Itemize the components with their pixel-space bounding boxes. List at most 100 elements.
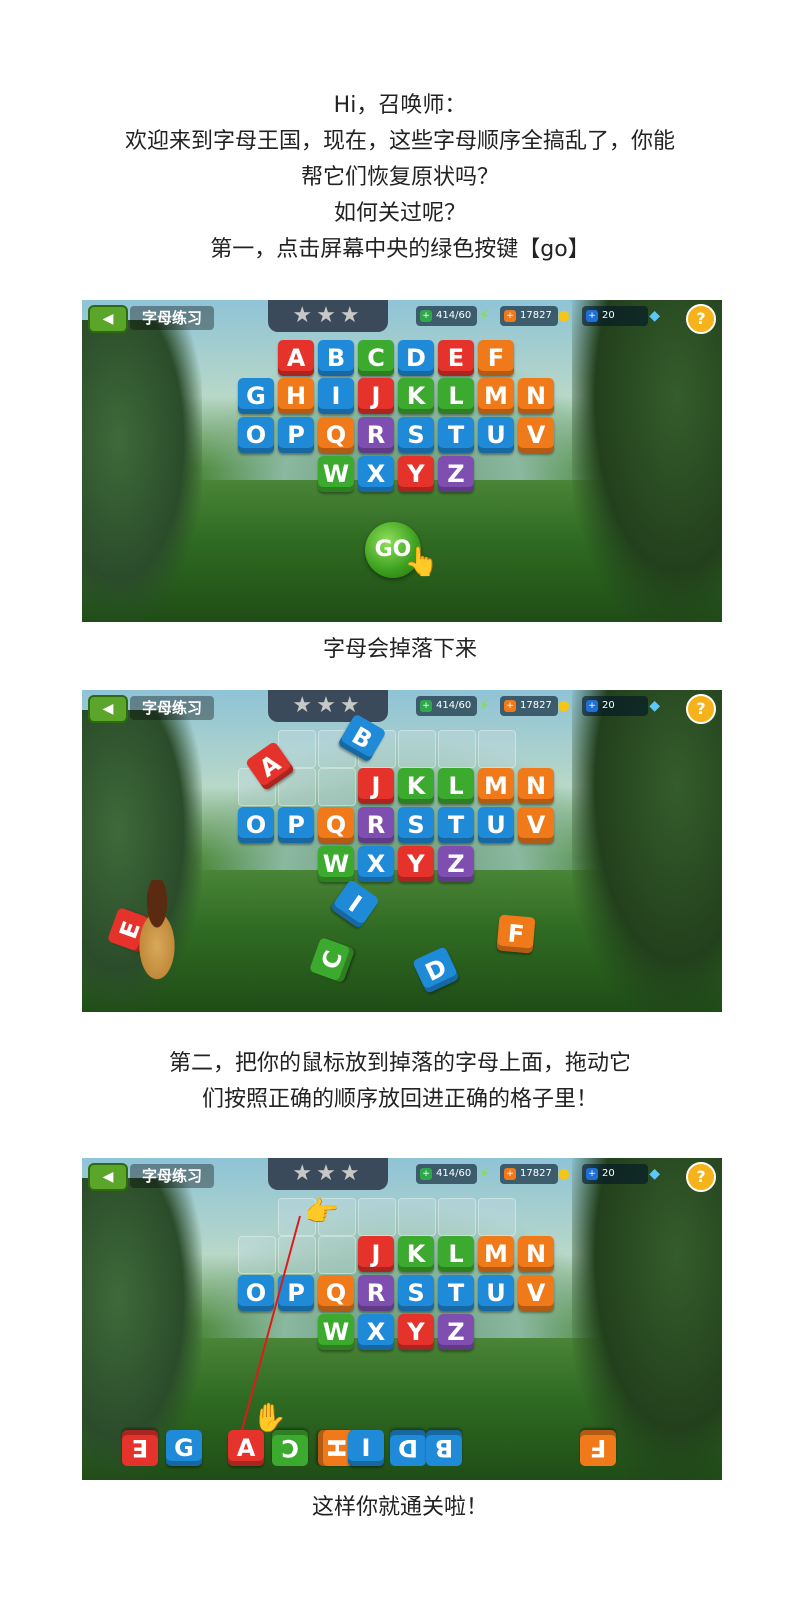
game-screenshot-falling: ◀ 字母练习 ★★★ +414/60 ⚡ +17827 ● +20 ◆? JKLMN OPQRST… [82,690,722,1012]
plus-icon[interactable]: + [420,310,432,322]
step2-text: 第二，把你的鼠标放到掉落的字母上面，拖动它 们按照正确的顺序放回进正确的格子里！ [0,1046,800,1118]
background-tree-left [82,320,202,620]
coin-icon: ● [557,698,570,714]
plus-icon[interactable]: + [586,700,598,712]
letter-tile[interactable]: K [398,768,434,804]
letter-tile[interactable]: B [318,340,354,376]
gem-value: 20 [602,310,615,321]
letter-tile[interactable]: F [478,340,514,376]
plus-icon[interactable]: + [504,310,516,322]
letter-tile[interactable]: Z [438,456,474,492]
empty-letter-slot [318,768,356,806]
energy-counter: +414/60 ⚡ [416,306,489,326]
letter-tile[interactable]: M [478,768,514,804]
letter-tile[interactable]: V [518,807,554,843]
drag-path-line [241,1215,301,1431]
energy-value: 414/60 [436,310,472,321]
plus-icon[interactable]: + [420,700,432,712]
energy-counter: +414/60 ⚡ [416,696,489,716]
intro-line-5: 第一，点击屏幕中央的绿色按键【go】 [210,237,590,262]
letter-tile[interactable]: P [278,417,314,453]
letter-tile[interactable]: P [278,807,314,843]
back-button[interactable]: ◀ [88,695,128,723]
letter-tile[interactable]: W [318,846,354,882]
letter-tile[interactable]: R [358,417,394,453]
letter-tile[interactable]: I [329,878,381,930]
running-boy-character [122,880,192,990]
letter-tile[interactable]: K [398,378,434,414]
letter-tile[interactable]: U [478,807,514,843]
game-topbar: ◀ 字母练习 ★★★ +414/60 ⚡ +17827 ● +20 ◆? [82,690,722,724]
help-button[interactable]: ? [686,304,716,334]
caption-letters-fall: 字母会掉落下来 [322,637,477,662]
gem-value: 20 [602,700,615,711]
letter-tile[interactable]: M [478,378,514,414]
game-title: 字母练习 [130,696,215,720]
letter-tile[interactable]: A [278,340,314,376]
coin-value: 17827 [520,700,552,711]
background-tree-right [572,690,722,1012]
letter-tile[interactable]: Q [318,807,354,843]
caption-level-complete: 这样你就通关啦！ [311,1495,488,1520]
letter-tile[interactable]: C [358,340,394,376]
grab-hand-icon: ✋ [252,1401,287,1434]
letter-tile[interactable]: Y [398,456,434,492]
game-screenshot-start: ◀ 字母练习 ★★★ +414/60 ⚡ +17827 ● +20 ◆? ABCDEF GHIJK… [82,300,722,622]
step2-line-1: 第二，把你的鼠标放到掉落的字母上面，拖动它 [168,1051,631,1076]
letter-tile[interactable]: F [496,914,536,954]
back-button[interactable]: ◀ [88,305,128,333]
coin-counter: +17827 ● [500,306,570,326]
letter-tile[interactable]: T [438,807,474,843]
letter-tile[interactable]: N [518,768,554,804]
energy-value: 414/60 [436,700,472,711]
game-screenshot-dragging: ◀ 字母练习 ★★★ +414/60 ⚡ +17827 ● +20 ◆? JKLMNOPQRST… [82,1158,722,1480]
empty-letter-slot [478,730,516,768]
coin-counter: +17827 ● [500,696,570,716]
intro-line-2: 欢迎来到字母王国，现在，这些字母顺序全搞乱了，你能 [124,129,675,154]
game-title: 字母练习 [130,306,215,330]
plus-icon[interactable]: + [504,700,516,712]
letter-tile[interactable]: X [358,846,394,882]
letter-tile[interactable]: J [358,768,394,804]
letter-tile[interactable]: D [398,340,434,376]
letter-tile[interactable]: L [438,378,474,414]
letter-tile[interactable]: D [412,946,460,994]
plus-icon[interactable]: + [586,310,598,322]
coin-icon: ● [557,308,570,324]
letter-tile[interactable]: S [398,417,434,453]
letter-tile[interactable]: G [238,378,274,414]
letter-tile[interactable]: S [398,807,434,843]
letter-tile[interactable]: C [308,936,356,984]
letter-tile[interactable]: R [358,807,394,843]
letter-tile[interactable]: O [238,417,274,453]
letter-tile[interactable]: L [438,768,474,804]
diamond-icon: ◆ [649,308,660,324]
letter-tile[interactable]: X [358,456,394,492]
letter-tile[interactable]: U [478,417,514,453]
letter-tile[interactable]: Q [318,417,354,453]
empty-letter-slot [438,730,476,768]
letter-tile[interactable]: H [278,378,314,414]
diamond-icon: ◆ [649,698,660,714]
coin-value: 17827 [520,310,552,321]
background-tree-right [572,300,722,622]
letter-tile[interactable]: V [518,417,554,453]
drag-hand-icon: 👉 [304,1195,339,1228]
letter-tile[interactable]: Z [438,846,474,882]
gem-counter: +20 ◆ [582,696,660,716]
letter-tile[interactable]: T [438,417,474,453]
empty-letter-slot [398,730,436,768]
star-rating: ★★★ [268,300,388,332]
help-button[interactable]: ? [686,694,716,724]
intro-line-4: 如何关过呢？ [333,201,466,226]
letter-tile[interactable]: W [318,456,354,492]
letter-tile[interactable]: E [438,340,474,376]
intro-line-1: Hi，召唤师： [333,93,467,118]
letter-tile[interactable]: Y [398,846,434,882]
letter-tile[interactable]: J [358,378,394,414]
intro-text: Hi，召唤师： 欢迎来到字母王国，现在，这些字母顺序全搞乱了，你能 帮它们恢复原… [0,88,800,268]
intro-line-3: 帮它们恢复原状吗？ [300,165,499,190]
letter-tile[interactable]: I [318,378,354,414]
letter-tile[interactable]: N [518,378,554,414]
letter-tile[interactable]: O [238,807,274,843]
